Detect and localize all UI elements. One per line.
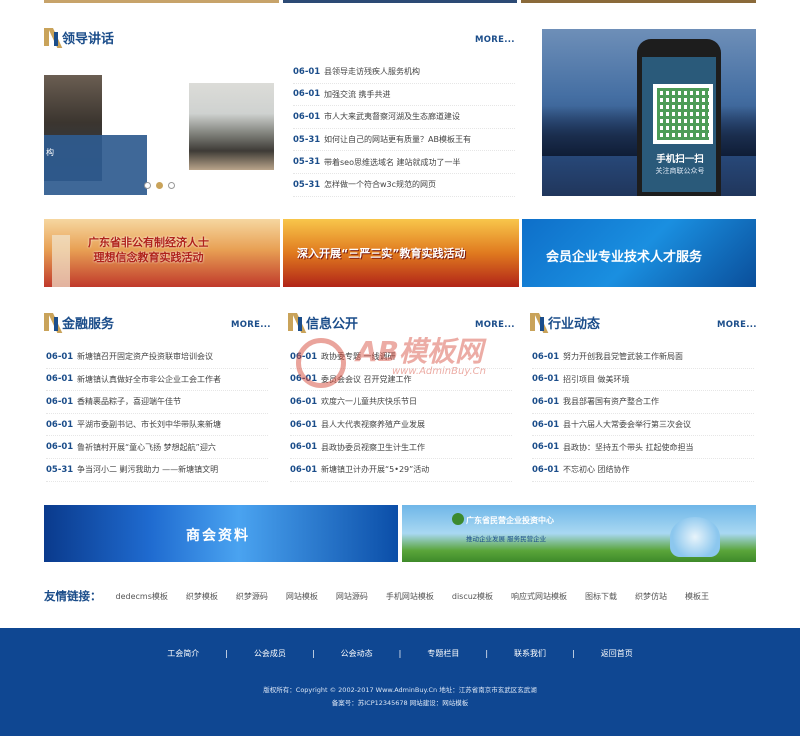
qr-code-ad[interactable]: 手机扫一扫 关注商联公众号 <box>542 29 756 196</box>
banner-ideals-education[interactable]: 广东省非公有制经济人士 理想信念教育实践活动 <box>44 219 280 287</box>
friend-link[interactable]: 织梦仿站 <box>635 591 667 602</box>
news-item[interactable]: 06-01 县政协委员视察卫生计生工作 <box>290 436 512 459</box>
friend-link[interactable]: discuz模板 <box>452 591 493 602</box>
footer-icp: 备案号：苏ICP12345678 网站建设：网站模板 <box>331 699 469 707</box>
friend-links: 友情链接： dedecms模板 织梦模板 织梦源码 网站模板 网站源码 手机网站… <box>44 588 727 604</box>
friend-link[interactable]: 织梦源码 <box>236 591 268 602</box>
info-more-link[interactable]: MORE... <box>475 320 515 330</box>
qr-scan-subtitle: 关注商联公众号 <box>655 167 705 175</box>
top-banner-strip <box>44 0 757 3</box>
footer-link-home[interactable]: 返回首页 <box>575 648 659 659</box>
news-item[interactable]: 05-31 带着seo思维选域名 建站就成功了一半 <box>293 151 515 174</box>
finance-section-title: 金融服务 <box>62 316 115 332</box>
friend-link[interactable]: 织梦模板 <box>186 591 218 602</box>
page: 领导讲话 MORE... 构 06-01 县领导走访残疾人服务机构 06-01 加强… <box>0 0 800 736</box>
section-logo-icon <box>530 313 549 333</box>
footer-link-members[interactable]: 公会成员 <box>228 648 312 659</box>
news-item[interactable]: 06-01 香精裹品粽子，喜迎端午佳节 <box>46 391 268 414</box>
footer-nav: 工会简介 | 公会成员 | 公会动态 | 专题栏目 | 联系我们 | 返回首页 <box>0 648 800 659</box>
friend-link[interactable]: 响应式网站模板 <box>511 591 567 602</box>
leader-more-link[interactable]: MORE... <box>475 35 515 45</box>
news-item[interactable]: 06-01 市人大来武夷督察河湖及生态廊道建设 <box>293 106 515 129</box>
slide-caption: 构 <box>46 148 54 157</box>
footer-link-contact[interactable]: 联系我们 <box>488 648 572 659</box>
info-section-header: 信息公开 <box>288 312 359 333</box>
news-item[interactable]: 06-01 政协委专题 一线调研 <box>290 346 512 369</box>
section-logo-icon <box>288 313 307 333</box>
friend-link[interactable]: 手机网站模板 <box>386 591 434 602</box>
news-item[interactable]: 05-31 争当河小二 剿污我助力 ——新塘镇文明 <box>46 459 268 482</box>
slider-dots <box>144 182 175 189</box>
news-item[interactable]: 06-01 鲁祈镇村开展“童心飞扬 梦想起航”迎六 <box>46 436 268 459</box>
news-item[interactable]: 06-01 委员会会议 召开党建工作 <box>290 369 512 392</box>
news-item[interactable]: 06-01 努力开创我县党管武装工作新局面 <box>532 346 754 369</box>
news-item[interactable]: 06-01 加强交流 携手共进 <box>293 84 515 107</box>
banner-text: 会员企业专业技术人才服务 <box>546 250 703 265</box>
friend-links-label: 友情链接： <box>44 589 102 603</box>
news-item[interactable]: 06-01 县十六届人大常委会举行第三次会议 <box>532 414 754 437</box>
news-item[interactable]: 06-01 县政协：坚持五个带头 扛起使命担当 <box>532 436 754 459</box>
news-item[interactable]: 06-01 新塘镇召开固定资产投资联审培训会议 <box>46 346 268 369</box>
qr-scan-title: 手机扫一扫 <box>656 154 704 165</box>
friend-link[interactable]: dedecms模板 <box>116 591 168 602</box>
slider-dot-active[interactable] <box>156 182 163 189</box>
leader-section-title: 领导讲话 <box>62 31 115 47</box>
news-item[interactable]: 06-01 招引项目 做美环境 <box>532 369 754 392</box>
finance-more-link[interactable]: MORE... <box>231 320 271 330</box>
qr-code <box>653 84 713 144</box>
footer: 工会简介 | 公会成员 | 公会动态 | 专题栏目 | 联系我们 | 返回首页 版权所有：… <box>0 628 800 736</box>
friend-link[interactable]: 图标下载 <box>585 591 617 602</box>
footer-link-news[interactable]: 公会动态 <box>315 648 399 659</box>
footer-copyright: 版权所有：Copyright © 2002-2017 Www.AdminBuy.… <box>263 686 537 694</box>
industry-section-title: 行业动态 <box>548 316 601 332</box>
news-item[interactable]: 06-01 平湖市委副书记、市长刘中华带队来新塘 <box>46 414 268 437</box>
section-logo-icon <box>44 28 63 48</box>
friend-link[interactable]: 模板王 <box>685 591 709 602</box>
news-item[interactable]: 06-01 县人大代表视察养殖产业发展 <box>290 414 512 437</box>
finance-section-header: 金融服务 <box>44 312 115 333</box>
news-item[interactable]: 06-01 我县部署国有资产整合工作 <box>532 391 754 414</box>
center-logo-icon <box>452 513 464 525</box>
footer-link-topics[interactable]: 专题栏目 <box>401 648 485 659</box>
industry-more-link[interactable]: MORE... <box>717 320 757 330</box>
news-item[interactable]: 06-01 新塘镇认真做好全市非公企业工会工作者 <box>46 369 268 392</box>
banner-text: 广东省非公有制经济人士 理想信念教育实践活动 <box>88 236 209 264</box>
banner-text: 广东省民营企业投资中心 <box>466 516 554 525</box>
banner-subtext: 推动企业发展 服务民营企业 <box>466 535 547 543</box>
info-section-title: 信息公开 <box>306 316 359 332</box>
slider-dot[interactable] <box>144 182 151 189</box>
slider-dot[interactable] <box>168 182 175 189</box>
banner-text: 深入开展“三严三实”教育实践活动 <box>297 247 466 260</box>
friend-link[interactable]: 网站源码 <box>336 591 368 602</box>
industry-section-header: 行业动态 <box>530 312 601 333</box>
banner-three-strict[interactable]: 深入开展“三严三实”教育实践活动 <box>283 219 519 287</box>
news-item[interactable]: 06-01 新塘镇卫计办开展“5•29”活动 <box>290 459 512 482</box>
news-item[interactable]: 06-01 县领导走访残疾人服务机构 <box>293 61 515 84</box>
leader-news-list: 06-01 县领导走访残疾人服务机构 06-01 加强交流 携手共进 06-01 市人… <box>293 61 515 197</box>
footer-link-intro[interactable]: 工会简介 <box>141 648 225 659</box>
news-item[interactable]: 05-31 怎样做一个符合w3c规范的网页 <box>293 174 515 197</box>
news-item[interactable]: 06-01 不忘初心 团结协作 <box>532 459 754 482</box>
slide-photo-next[interactable] <box>189 83 274 170</box>
industry-news-list: 06-01 努力开创我县党管武装工作新局面 06-01 招引项目 做美环境 06-0… <box>532 346 754 482</box>
banner-investment-center[interactable]: 广东省民营企业投资中心 推动企业发展 服务民营企业 <box>402 505 756 562</box>
banner-chamber-materials[interactable]: 商会资料 <box>44 505 398 562</box>
finance-news-list: 06-01 新塘镇召开固定资产投资联审培训会议 06-01 新塘镇认真做好全市非公企… <box>46 346 268 482</box>
leader-section-header: 领导讲话 <box>44 27 115 48</box>
slide-caption-box <box>44 135 147 195</box>
hands-globe-icon <box>670 517 720 557</box>
section-logo-icon <box>44 313 63 333</box>
friend-link[interactable]: 网站模板 <box>286 591 318 602</box>
banner-talent-service[interactable]: 会员企业专业技术人才服务 <box>522 219 756 287</box>
info-news-list: 06-01 政协委专题 一线调研 06-01 委员会会议 召开党建工作 06-01 欢… <box>290 346 512 482</box>
news-item[interactable]: 05-31 如何让自己的网站更有质量？AB模板王有 <box>293 129 515 152</box>
banner-text: 商会资料 <box>186 528 250 544</box>
news-item[interactable]: 06-01 欢度六一儿童共庆快乐节日 <box>290 391 512 414</box>
leader-slider[interactable]: 构 <box>44 75 274 195</box>
